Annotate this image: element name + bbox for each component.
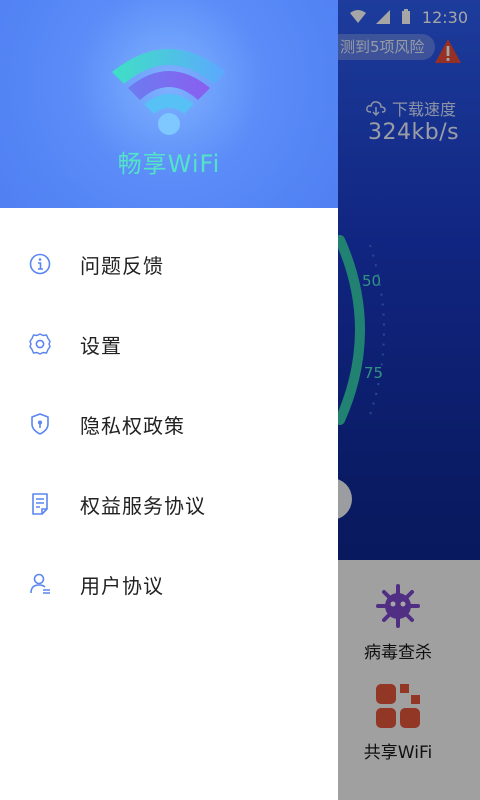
drawer-header: 畅享WiFi — [0, 0, 338, 208]
menu-item-service-agreement[interactable]: 权益服务协议 — [0, 474, 338, 534]
menu-item-label: 设置 — [80, 333, 122, 358]
menu-item-privacy-policy[interactable]: 隐私权政策 — [0, 394, 338, 454]
navigation-drawer: 畅享WiFi 问题反馈 设置 隐私权政策 权益服务协议 用户协议 — [0, 0, 338, 800]
menu-item-label: 权益服务协议 — [80, 493, 206, 518]
menu-item-feedback[interactable]: 问题反馈 — [0, 234, 338, 294]
menu-item-label: 用户协议 — [80, 573, 164, 598]
app-name: 畅享WiFi — [117, 150, 221, 178]
gear-icon — [29, 333, 51, 355]
shield-icon — [31, 413, 49, 435]
wifi-logo-icon — [112, 49, 226, 135]
menu-item-settings[interactable]: 设置 — [0, 314, 338, 374]
info-icon — [29, 253, 51, 275]
menu-item-user-agreement[interactable]: 用户协议 — [0, 554, 338, 614]
user-icon — [30, 573, 50, 594]
menu-item-label: 问题反馈 — [80, 253, 164, 278]
menu-item-label: 隐私权政策 — [80, 413, 185, 438]
document-icon — [32, 493, 48, 515]
